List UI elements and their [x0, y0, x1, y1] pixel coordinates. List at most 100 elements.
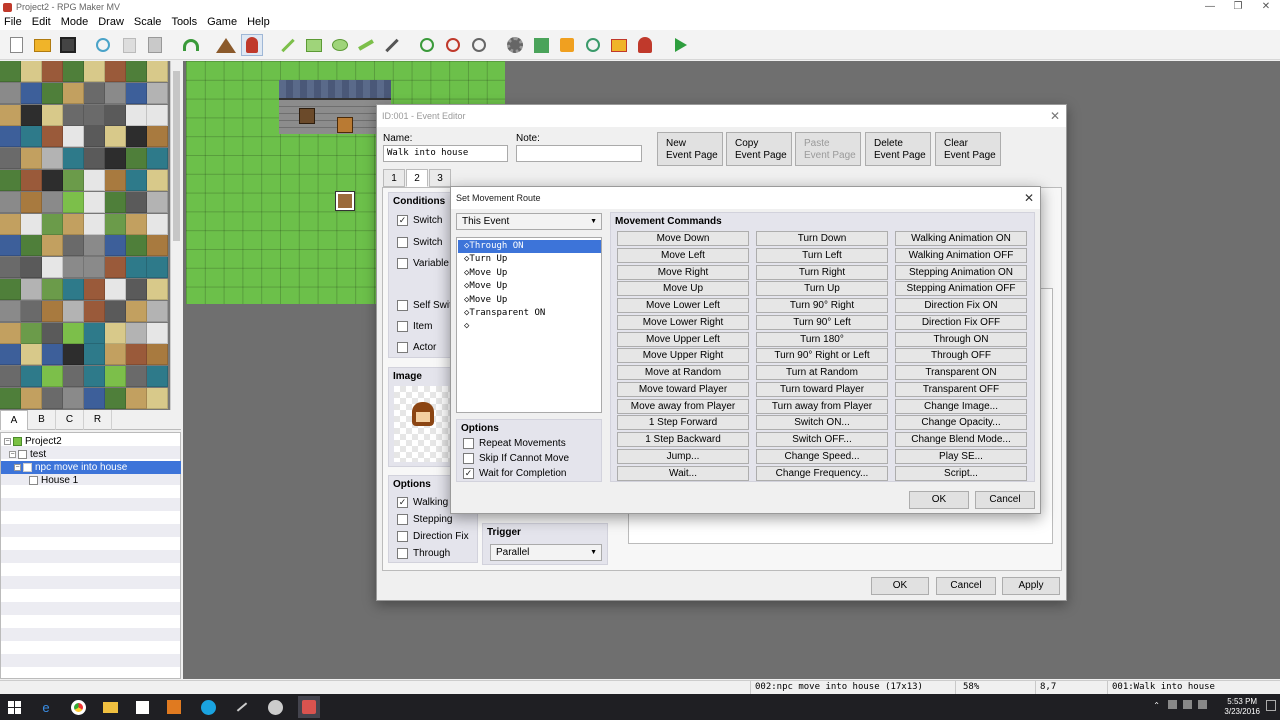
tile-cell[interactable]: [21, 257, 42, 279]
tab-page-1[interactable]: 1: [383, 169, 405, 187]
tile-cell[interactable]: [84, 104, 105, 126]
movement-command-button[interactable]: Move Lower Left: [617, 298, 749, 313]
movement-command-button[interactable]: Move Right: [617, 264, 749, 280]
pencil-icon[interactable]: [277, 34, 299, 56]
movement-command-button[interactable]: Change Opacity...: [895, 415, 1027, 431]
movement-command-button[interactable]: Switch OFF...: [756, 432, 888, 447]
tile-cell[interactable]: [147, 322, 168, 344]
tile-cell[interactable]: [63, 366, 84, 388]
tile-cell[interactable]: [84, 235, 105, 257]
option-stepping[interactable]: Stepping: [397, 514, 452, 525]
movement-command-button[interactable]: Move Upper Right: [617, 348, 749, 364]
movement-command-button[interactable]: 1 Step Backward: [617, 432, 749, 447]
collapse-icon[interactable]: −: [14, 464, 21, 471]
movement-command-button[interactable]: Move at Random: [617, 365, 749, 380]
ok-button[interactable]: OK: [871, 577, 929, 595]
tree-map-test[interactable]: − test: [1, 448, 181, 461]
tile-cell[interactable]: [84, 191, 105, 213]
tray-battery-icon[interactable]: [1198, 700, 1207, 709]
tile-cell[interactable]: [105, 322, 126, 344]
option-walking[interactable]: ✓ Walking: [397, 497, 448, 508]
tile-cell[interactable]: [105, 61, 126, 82]
character-generator-icon[interactable]: [634, 34, 656, 56]
condition-switch2[interactable]: Switch: [397, 237, 442, 248]
movement-command-button[interactable]: 1 Step Forward: [617, 415, 749, 431]
tile-cell[interactable]: [0, 235, 21, 257]
tileset-palette[interactable]: [0, 61, 170, 410]
sound-test-icon[interactable]: [556, 34, 578, 56]
movement-command-button[interactable]: Jump...: [617, 448, 749, 464]
skype-icon[interactable]: [199, 698, 217, 716]
tile-cell[interactable]: [105, 104, 126, 126]
tile-cell[interactable]: [126, 213, 147, 235]
movement-command-button[interactable]: Transparent ON: [895, 365, 1027, 380]
checkbox[interactable]: [397, 514, 408, 525]
tile-cell[interactable]: [0, 61, 21, 82]
action-center-icon[interactable]: [1266, 700, 1276, 711]
tile-cell[interactable]: [21, 82, 42, 104]
tile-cell[interactable]: [84, 61, 105, 82]
new-event-page-button[interactable]: New Event Page: [657, 132, 723, 166]
paste-event-page-button[interactable]: Paste Event Page: [795, 132, 861, 166]
tile-cell[interactable]: [42, 235, 63, 257]
copy-event-page-button[interactable]: Copy Event Page: [726, 132, 792, 166]
checkbox[interactable]: [463, 438, 474, 449]
tile-cell[interactable]: [42, 366, 63, 388]
tray-chevron-icon[interactable]: ⌃: [1153, 701, 1160, 710]
tile-cell[interactable]: [147, 388, 168, 409]
tile-cell[interactable]: [105, 300, 126, 322]
playtest-icon[interactable]: [670, 34, 692, 56]
resource-manager-icon[interactable]: [608, 34, 630, 56]
tile-cell[interactable]: [84, 344, 105, 366]
tile-cell[interactable]: [0, 213, 21, 235]
delete-event-page-button[interactable]: Delete Event Page: [865, 132, 931, 166]
route-target-select[interactable]: This Event ▼: [456, 213, 602, 230]
tile-cell[interactable]: [0, 257, 21, 279]
tile-cell[interactable]: [21, 148, 42, 170]
tile-cell[interactable]: [105, 257, 126, 279]
route-item[interactable]: ◇Transparent ON: [458, 307, 601, 320]
file-explorer-icon[interactable]: [101, 698, 119, 716]
tileset-scroll-thumb[interactable]: [173, 71, 180, 241]
movement-command-button[interactable]: Move toward Player: [617, 381, 749, 397]
menu-edit[interactable]: Edit: [28, 16, 57, 28]
tile-cell[interactable]: [105, 235, 126, 257]
tile-cell[interactable]: [105, 344, 126, 366]
route-item[interactable]: ◇Turn Up: [458, 253, 601, 266]
minimize-button[interactable]: —: [1196, 0, 1224, 14]
movement-command-button[interactable]: Stepping Animation OFF: [895, 281, 1027, 297]
tile-cell[interactable]: [147, 257, 168, 279]
event-mode-icon[interactable]: [241, 34, 263, 56]
route-cancel-button[interactable]: Cancel: [975, 491, 1035, 509]
movement-command-button[interactable]: Turn Up: [756, 281, 888, 297]
tile-cell[interactable]: [0, 148, 21, 170]
route-item[interactable]: ◇: [458, 320, 601, 333]
save-project-icon[interactable]: [57, 34, 79, 56]
tile-cell[interactable]: [0, 344, 21, 366]
tile-cell[interactable]: [147, 191, 168, 213]
tile-cell[interactable]: [126, 257, 147, 279]
movement-command-button[interactable]: Move Upper Left: [617, 331, 749, 347]
movement-command-button[interactable]: Turn 90° Right: [756, 298, 888, 313]
movement-command-button[interactable]: Move Down: [617, 231, 749, 246]
tileset-tab-r[interactable]: R: [84, 410, 112, 430]
tile-cell[interactable]: [147, 61, 168, 82]
store-icon[interactable]: [133, 698, 151, 716]
option-repeat-movements[interactable]: Repeat Movements: [463, 438, 566, 449]
tile-cell[interactable]: [0, 170, 21, 191]
tile-cell[interactable]: [0, 279, 21, 300]
tile-cell[interactable]: [42, 257, 63, 279]
condition-item[interactable]: Item: [397, 321, 432, 332]
checkbox[interactable]: [397, 321, 408, 332]
option-wait-for-completion[interactable]: ✓ Wait for Completion: [463, 468, 566, 479]
app-icon[interactable]: [233, 698, 251, 716]
tile-cell[interactable]: [42, 104, 63, 126]
paste-icon[interactable]: [144, 34, 166, 56]
database-icon[interactable]: [504, 34, 526, 56]
tab-page-3[interactable]: 3: [429, 169, 451, 187]
tile-cell[interactable]: [42, 388, 63, 409]
event-note-input[interactable]: [516, 145, 642, 162]
movement-command-button[interactable]: Turn away from Player: [756, 398, 888, 414]
movement-command-button[interactable]: Change Frequency...: [756, 465, 888, 481]
tile-cell[interactable]: [147, 279, 168, 300]
